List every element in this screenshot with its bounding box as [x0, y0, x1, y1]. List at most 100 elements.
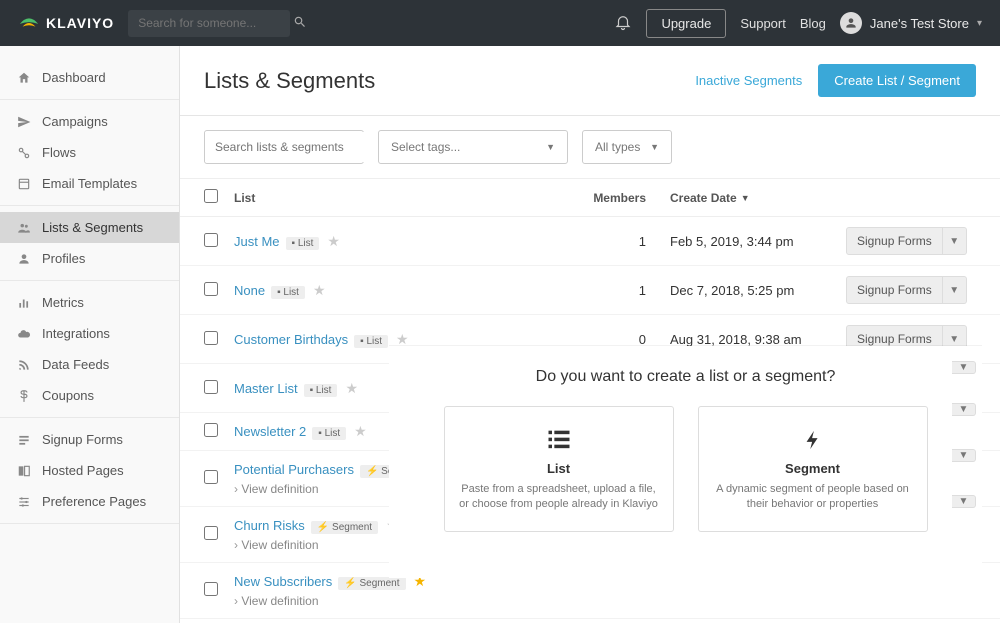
row-menu-button[interactable]: ▼	[943, 276, 967, 304]
segment-option-title: Segment	[713, 461, 913, 476]
page-title: Lists & Segments	[204, 68, 375, 94]
members-value: 1	[566, 283, 646, 298]
sidebar-item-lists-segments[interactable]: Lists & Segments	[0, 212, 179, 243]
sidebar-item-hosted-pages[interactable]: Hosted Pages	[0, 455, 179, 486]
pref-icon	[16, 495, 32, 509]
sidebar-item-label: Lists & Segments	[42, 220, 143, 235]
profile-icon	[16, 252, 32, 266]
people-icon	[16, 221, 32, 235]
types-filter-dropdown[interactable]: All types ▼	[582, 130, 672, 164]
avatar-icon	[840, 12, 862, 34]
favorite-star-icon[interactable]: ★	[313, 282, 326, 298]
sidebar-item-label: Hosted Pages	[42, 463, 124, 478]
sidebar-item-flows[interactable]: Flows	[0, 137, 179, 168]
create-segment-option[interactable]: Segment A dynamic segment of people base…	[698, 406, 928, 532]
sidebar-item-signup-forms[interactable]: Signup Forms	[0, 424, 179, 455]
create-modal: Do you want to create a list or a segmen…	[389, 346, 982, 578]
inactive-segments-link[interactable]: Inactive Segments	[695, 73, 802, 88]
type-badge: ▪ List	[354, 335, 388, 348]
list-name-link[interactable]: Churn Risks	[234, 518, 305, 533]
chevron-down-icon: ▼	[650, 142, 659, 152]
sidebar-item-campaigns[interactable]: Campaigns	[0, 106, 179, 137]
support-link[interactable]: Support	[740, 16, 786, 31]
home-icon	[16, 71, 32, 85]
type-badge: ▪ List	[271, 286, 305, 299]
row-checkbox[interactable]	[204, 526, 218, 540]
row-checkbox[interactable]	[204, 582, 218, 596]
signup-forms-button[interactable]: Signup Forms	[846, 227, 943, 255]
signup-forms-button[interactable]: Signup Forms	[846, 276, 943, 304]
sidebar: Dashboard CampaignsFlows Email Templates Li…	[0, 46, 180, 623]
brand-logo[interactable]: KLAVIYO	[18, 15, 114, 31]
sidebar-item-dashboard[interactable]: Dashboard	[0, 62, 179, 93]
select-all-checkbox[interactable]	[204, 189, 218, 203]
list-option-title: List	[459, 461, 659, 476]
sidebar-item-label: Email Templates	[42, 176, 137, 191]
global-search[interactable]	[128, 10, 290, 37]
favorite-star-icon[interactable]: ★	[327, 233, 340, 249]
dollar-icon	[16, 389, 32, 403]
upgrade-button[interactable]: Upgrade	[646, 9, 726, 38]
create-list-segment-button[interactable]: Create List / Segment	[818, 64, 976, 97]
create-date-value: Aug 31, 2018, 9:38 am	[646, 332, 846, 347]
row-checkbox[interactable]	[204, 282, 218, 296]
sidebar-item-label: Coupons	[42, 388, 94, 403]
favorite-star-icon[interactable]: ★	[396, 331, 409, 347]
list-option-desc: Paste from a spreadsheet, upload a file,…	[459, 482, 659, 513]
members-value: 0	[566, 332, 646, 347]
filter-search-input[interactable]	[205, 132, 380, 162]
sidebar-item-metrics[interactable]: Metrics	[0, 287, 179, 318]
row-menu-button[interactable]: ▼	[952, 361, 976, 374]
notifications-icon[interactable]	[614, 13, 632, 34]
sidebar-item-label: Data Feeds	[42, 357, 109, 372]
row-checkbox[interactable]	[204, 331, 218, 345]
row-menu-button[interactable]: ▼	[952, 495, 976, 508]
list-name-link[interactable]: Potential Purchasers	[234, 462, 354, 477]
sidebar-item-label: Signup Forms	[42, 432, 123, 447]
sidebar-item-profiles[interactable]: Profiles	[0, 243, 179, 274]
filter-search[interactable]	[204, 130, 364, 164]
row-menu-button[interactable]: ▼	[943, 227, 967, 255]
members-value: 1	[566, 234, 646, 249]
segment-option-desc: A dynamic segment of people based on the…	[713, 482, 913, 513]
list-name-link[interactable]: None	[234, 283, 265, 298]
sidebar-item-coupons[interactable]: Coupons	[0, 380, 179, 411]
column-header-date[interactable]: Create Date ▼	[646, 191, 846, 205]
rss-icon	[16, 358, 32, 372]
chevron-down-icon: ▾	[977, 18, 982, 29]
table-row: Just Me▪ List★1Feb 5, 2019, 3:44 pmSignu…	[180, 217, 1000, 266]
bars-icon	[16, 296, 32, 310]
type-badge: ▪ List	[286, 237, 320, 250]
sidebar-item-data-feeds[interactable]: Data Feeds	[0, 349, 179, 380]
row-checkbox[interactable]	[204, 380, 218, 394]
create-list-option[interactable]: List Paste from a spreadsheet, upload a …	[444, 406, 674, 532]
row-checkbox[interactable]	[204, 423, 218, 437]
global-search-input[interactable]	[138, 16, 293, 30]
column-header-list[interactable]: List	[234, 191, 566, 205]
row-menu-button[interactable]: ▼	[952, 449, 976, 462]
row-checkbox[interactable]	[204, 233, 218, 247]
blog-link[interactable]: Blog	[800, 16, 826, 31]
list-name-link[interactable]: Newsletter 2	[234, 424, 306, 439]
favorite-star-icon[interactable]: ★	[354, 423, 367, 439]
favorite-star-icon[interactable]: ★	[345, 380, 358, 396]
type-badge: ⚡ Segment	[311, 521, 378, 534]
sidebar-item-email-templates[interactable]: Email Templates	[0, 168, 179, 199]
row-menu-button[interactable]: ▼	[952, 403, 976, 416]
user-menu[interactable]: Jane's Test Store ▾	[840, 12, 982, 34]
sidebar-item-preference-pages[interactable]: Preference Pages	[0, 486, 179, 517]
column-header-members[interactable]: Members	[566, 191, 646, 205]
row-checkbox[interactable]	[204, 470, 218, 484]
template-icon	[16, 177, 32, 191]
tags-filter-label: Select tags...	[391, 140, 460, 154]
user-name: Jane's Test Store	[870, 16, 969, 31]
tags-filter-dropdown[interactable]: Select tags... ▼	[378, 130, 568, 164]
view-definition-link[interactable]: View definition	[234, 594, 566, 608]
table-header-row: List Members Create Date ▼	[180, 179, 1000, 217]
list-name-link[interactable]: Customer Birthdays	[234, 332, 348, 347]
list-name-link[interactable]: Just Me	[234, 234, 280, 249]
search-icon	[293, 15, 307, 32]
list-name-link[interactable]: Master List	[234, 381, 298, 396]
list-name-link[interactable]: New Subscribers	[234, 574, 332, 589]
sidebar-item-integrations[interactable]: Integrations	[0, 318, 179, 349]
